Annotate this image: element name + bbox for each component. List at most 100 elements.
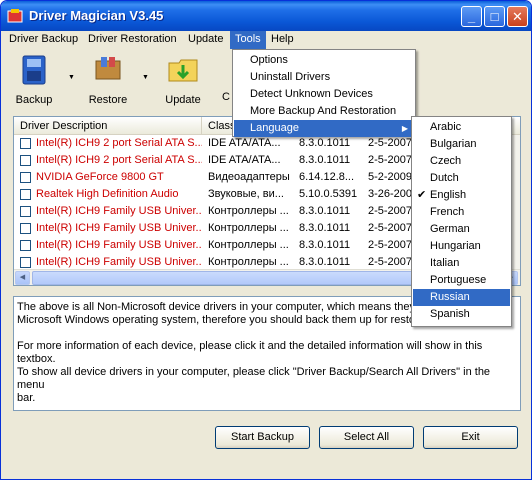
cell-class: IDE ATA/ATA... — [208, 154, 281, 166]
language-item-german[interactable]: German — [413, 221, 510, 238]
info-paragraph-2: For more information of each device, ple… — [17, 340, 491, 404]
backup-icon — [22, 55, 46, 85]
update-button[interactable]: Update — [161, 53, 205, 106]
cell-class: Видеоадаптеры — [208, 171, 290, 183]
language-item-label: Russian — [430, 291, 470, 303]
menu-item-options[interactable]: Options — [234, 52, 414, 69]
language-item-italian[interactable]: Italian — [413, 255, 510, 272]
row-checkbox[interactable] — [20, 189, 31, 200]
main-window: Driver Magician V3.45 _ □ ✕ Driver Backu… — [0, 0, 532, 480]
row-checkbox[interactable] — [20, 138, 31, 149]
language-item-label: Bulgarian — [430, 138, 477, 150]
language-item-english[interactable]: ✔ English — [413, 187, 510, 204]
cell-description: Intel(R) ICH9 Family USB Univer... — [36, 222, 202, 234]
exit-button[interactable]: Exit — [423, 426, 518, 449]
row-checkbox[interactable] — [20, 206, 31, 217]
language-item-label: Hungarian — [430, 240, 481, 252]
language-item-arabic[interactable]: Arabic — [413, 119, 510, 136]
cell-date: 2-5-2007 — [368, 154, 413, 166]
cell-description: Intel(R) ICH9 2 port Serial ATA S... — [36, 137, 202, 149]
partial-toolbar-label: C — [222, 91, 230, 103]
restore-icon — [95, 57, 121, 80]
language-item-label: German — [430, 223, 470, 235]
menu-driver-restoration[interactable]: Driver Restoration — [83, 31, 182, 49]
language-item-label: Spanish — [430, 308, 470, 320]
scroll-left-icon[interactable]: ◀ — [15, 271, 30, 285]
menu-help[interactable]: Help — [266, 31, 299, 49]
restore-dropdown-icon[interactable]: ▼ — [142, 74, 149, 81]
language-item-label: Italian — [430, 257, 460, 269]
language-item-label: Dutch — [430, 172, 459, 184]
language-item-russian[interactable]: Russian — [413, 289, 510, 306]
cell-date: 2-5-2007 — [368, 205, 413, 217]
cell-description: Intel(R) ICH9 Family USB Univer... — [36, 239, 202, 251]
title-bar[interactable]: Driver Magician V3.45 _ □ ✕ — [1, 1, 531, 31]
cell-class: Контроллеры ... — [208, 205, 289, 217]
language-item-label: Portuguese — [430, 274, 487, 286]
cell-class: IDE ATA/ATA... — [208, 137, 281, 149]
backup-label: Backup — [15, 94, 53, 106]
language-item-czech[interactable]: Czech — [413, 153, 510, 170]
language-item-label: French — [430, 206, 465, 218]
update-label: Update — [165, 94, 201, 106]
menu-item-more-backup[interactable]: More Backup And Restoration — [234, 103, 414, 120]
update-icon — [168, 59, 198, 82]
app-icon — [7, 9, 23, 23]
cell-version: 6.14.12.8... — [299, 171, 355, 183]
menu-item-uninstall-drivers[interactable]: Uninstall Drivers — [234, 69, 414, 86]
cell-description: Intel(R) ICH9 2 port Serial ATA S... — [36, 154, 202, 166]
language-item-label: Arabic — [430, 121, 462, 133]
cell-date: 2-5-2007 — [368, 137, 413, 149]
cell-class: Контроллеры ... — [208, 222, 289, 234]
row-checkbox[interactable] — [20, 223, 31, 234]
menu-bar: Driver Backup Driver Restoration Update … — [1, 31, 531, 49]
cell-date: 5-2-2009 — [368, 171, 413, 183]
row-checkbox[interactable] — [20, 172, 31, 183]
menu-item-detect-unknown-devices[interactable]: Detect Unknown Devices — [234, 86, 414, 103]
cell-version: 5.10.0.5391 — [299, 188, 358, 200]
language-item-label: English — [430, 189, 467, 201]
restore-label: Restore — [88, 94, 128, 106]
backup-button[interactable]: Backup — [13, 53, 55, 106]
cell-date: 3-26-200 — [368, 188, 413, 200]
cell-version: 8.3.0.1011 — [299, 222, 351, 234]
backup-dropdown-icon[interactable]: ▼ — [68, 74, 75, 81]
cell-description: Realtek High Definition Audio — [36, 188, 179, 200]
restore-button[interactable]: Restore — [85, 53, 131, 106]
language-item-bulgarian[interactable]: Bulgarian — [413, 136, 510, 153]
scroll-thumb[interactable] — [32, 271, 452, 285]
cell-version: 8.3.0.1011 — [299, 154, 351, 166]
menu-item-language[interactable]: Language ▶ — [234, 120, 414, 137]
menu-update[interactable]: Update — [183, 31, 228, 49]
checkmark-icon: ✔ — [417, 189, 427, 201]
start-backup-button[interactable]: Start Backup — [215, 426, 310, 449]
cell-class: Звуковые, ви... — [208, 188, 284, 200]
row-checkbox[interactable] — [20, 155, 31, 166]
language-label: Language — [250, 122, 299, 134]
select-all-button[interactable]: Select All — [319, 426, 414, 449]
minimize-button[interactable]: _ — [461, 6, 482, 27]
cell-version: 8.3.0.1011 — [299, 205, 351, 217]
menu-tools[interactable]: Tools — [230, 31, 266, 49]
cell-version: 8.3.0.1011 — [299, 137, 351, 149]
window-title: Driver Magician V3.45 — [29, 8, 164, 23]
partial-toolbar-button[interactable]: C — [219, 53, 233, 103]
language-item-hungarian[interactable]: Hungarian — [413, 238, 510, 255]
language-item-portuguese[interactable]: Portuguese — [413, 272, 510, 289]
cell-class: Контроллеры ... — [208, 239, 289, 251]
row-checkbox[interactable] — [20, 257, 31, 268]
row-checkbox[interactable] — [20, 240, 31, 251]
submenu-arrow-icon: ▶ — [401, 124, 408, 133]
language-item-french[interactable]: French — [413, 204, 510, 221]
language-item-spanish[interactable]: Spanish — [413, 306, 510, 323]
close-button[interactable]: ✕ — [507, 6, 528, 27]
col-driver-description[interactable]: Driver Description — [14, 117, 202, 135]
cell-description: NVIDIA GeForce 9800 GT — [36, 171, 164, 183]
language-item-dutch[interactable]: Dutch — [413, 170, 510, 187]
language-submenu: Arabic Bulgarian Czech Dutch ✔ English French G… — [411, 116, 512, 327]
maximize-button[interactable]: □ — [484, 6, 505, 27]
cell-date: 2-5-2007 — [368, 239, 413, 251]
language-item-label: Czech — [430, 155, 462, 167]
menu-driver-backup[interactable]: Driver Backup — [4, 31, 83, 49]
cell-description: Intel(R) ICH9 Family USB Univer... — [36, 205, 202, 217]
